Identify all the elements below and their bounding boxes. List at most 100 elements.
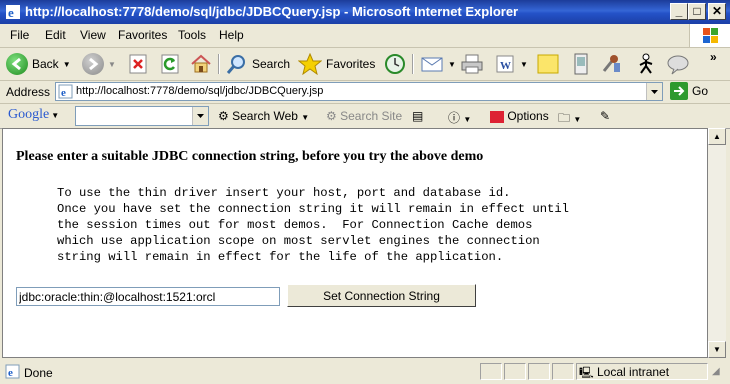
windows-flag-icon [689,24,730,47]
search-icon [226,55,245,74]
menu-file[interactable]: File [10,28,29,42]
go-arrow-icon [670,82,688,100]
title-bar[interactable]: e http://localhost:7778/demo/sql/jdbc/JD… [0,0,730,24]
toolbar-chevron[interactable]: » [710,50,717,64]
refresh-button[interactable] [160,52,180,76]
google-logo-text: Google [8,107,50,122]
back-dropdown-icon: ▼ [62,59,71,69]
options-icon [490,110,504,123]
svg-text:W: W [500,60,511,72]
print-button[interactable] [460,52,484,76]
ie-logo-icon: e [6,5,20,20]
discuss-button[interactable] [536,52,560,76]
vertical-scrollbar[interactable]: ▲ ▼ [708,128,726,358]
status-pane [552,363,574,380]
stop-button[interactable] [128,52,148,76]
intranet-icon: 🖳 [579,367,594,379]
page-heading: Please enter a suitable JDBC connection … [16,149,484,164]
toolbar-separator [218,54,220,74]
resize-grip-icon[interactable]: ◢ [712,366,720,377]
info-icon[interactable]: ⓘ ▼ [448,109,471,126]
google-search-input[interactable] [75,106,209,126]
messenger-button[interactable] [634,52,658,76]
google-search-dropdown-icon[interactable] [192,107,208,125]
tools-icon [602,55,620,72]
minimize-button[interactable]: _ [670,3,688,20]
home-icon [191,54,211,73]
search-label: Search [252,57,291,71]
search-web-icon: ⚙ [218,109,229,123]
mail-icon [421,57,443,72]
note-icon [537,54,559,74]
stop-icon [129,54,147,74]
search-button[interactable]: Search [226,52,290,76]
back-arrow-icon [6,53,28,75]
close-button[interactable]: ✕ [708,3,726,20]
menu-view[interactable]: View [80,28,106,42]
search-web-button[interactable]: ⚙ Search Web ▼ [218,109,309,123]
page-content: Please enter a suitable JDBC connection … [2,128,708,358]
messenger-person-icon [639,53,653,74]
home-button[interactable] [190,52,212,76]
options-label: Options [507,109,549,123]
address-input[interactable]: e http://localhost:7778/demo/sql/jdbc/JD… [55,82,663,101]
device-icon [574,53,588,75]
connection-string-input[interactable] [16,287,280,306]
pagerank-icon[interactable]: ▤ [412,109,423,123]
svg-text:e: e [61,87,66,99]
standard-toolbar: Back ▼ ▼ Search Favorites ▼ W ▼ » [0,48,730,81]
history-button[interactable] [384,52,406,76]
search-web-label: Search Web [232,109,298,123]
chat-bubble-icon [667,55,689,75]
search-site-label: Search Site [340,109,403,123]
menu-help[interactable]: Help [219,28,244,42]
favorites-star-icon [298,53,322,75]
refresh-icon [161,54,179,74]
address-bar: Address e http://localhost:7778/demo/sql… [0,81,730,104]
go-label: Go [692,84,709,98]
status-pane [528,363,550,380]
menu-edit[interactable]: Edit [45,28,66,42]
edit-dropdown-icon: ▼ [520,59,528,69]
status-pane [480,363,502,380]
status-text: Done [24,366,53,380]
svg-text:e: e [8,5,14,20]
zone-text: Local intranet [597,365,670,379]
back-button[interactable]: Back ▼ [6,52,71,76]
edit-button[interactable]: W ▼ [494,52,528,76]
mail-button[interactable]: ▼ [420,52,456,76]
status-pane [504,363,526,380]
google-logo[interactable]: Google ▼ [8,107,59,123]
favorites-label: Favorites [326,57,376,71]
word-edit-icon: W [496,55,514,73]
go-button[interactable]: Go [670,82,708,100]
forward-dropdown-icon: ▼ [108,59,116,69]
history-icon [385,54,405,74]
research-button[interactable] [572,52,590,76]
address-dropdown-icon[interactable] [646,83,662,100]
scroll-up-arrow-icon[interactable]: ▲ [708,128,726,145]
mail-dropdown-icon: ▼ [448,59,456,69]
window-title: http://localhost:7778/demo/sql/jdbc/JDBC… [25,4,519,19]
zone-pane: 🖳 Local intranet [576,363,708,380]
options-button[interactable]: Options [490,109,549,123]
ie-window: e http://localhost:7778/demo/sql/jdbc/JD… [0,0,730,384]
chat-button[interactable] [666,52,690,76]
menu-favorites[interactable]: Favorites [118,28,167,42]
tools-button[interactable] [600,52,624,76]
scroll-down-arrow-icon[interactable]: ▼ [708,341,726,358]
instructions-text: To use the thin driver insert your host,… [57,186,569,264]
set-connection-string-button[interactable]: Set Connection String [287,284,476,307]
highlight-pen-icon[interactable]: ✎ [600,109,610,123]
search-site-button[interactable]: ⚙ Search Site [326,109,402,123]
folder-icon[interactable]: 🗀 ▼ [558,109,581,130]
status-bar: e Done 🖳 Local intranet ◢ [0,360,730,384]
menu-tools[interactable]: Tools [178,28,206,42]
menu-bar: File Edit View Favorites Tools Help [0,24,730,48]
forward-button[interactable]: ▼ [82,52,116,76]
maximize-button[interactable]: □ [688,3,706,20]
address-url: http://localhost:7778/demo/sql/jdbc/JDBC… [76,85,324,97]
svg-text:e: e [8,367,13,379]
google-toolbar: Google ▼ ⚙ Search Web ▼ ⚙ Search Site ▤ … [0,104,730,129]
favorites-button[interactable]: Favorites [298,52,375,76]
